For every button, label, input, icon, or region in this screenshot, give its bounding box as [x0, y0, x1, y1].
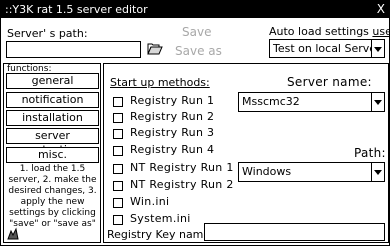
window-title: ::Y3K rat 1.5 server editor: [5, 3, 148, 16]
server-name-label: Server name:: [287, 75, 372, 89]
installation-button[interactable]: installation: [6, 110, 99, 126]
server-path-label: Server' s path:: [7, 27, 88, 40]
editor-window: ::Y3K rat 1.5 server editor X Server' s …: [0, 0, 390, 246]
path-select[interactable]: Windows: [238, 162, 385, 182]
chevron-down-icon[interactable]: [371, 93, 384, 111]
folder-open-icon[interactable]: [147, 42, 163, 55]
server-protection-button[interactable]: server protection: [6, 128, 99, 156]
nt-registry-run-1-checkbox[interactable]: [113, 164, 123, 174]
auto-load-label: Auto load settings use:: [269, 25, 390, 38]
misc-button[interactable]: misc.: [6, 147, 99, 163]
registry-run-1-checkbox[interactable]: [113, 97, 123, 107]
notification-button[interactable]: notification: [6, 92, 99, 108]
path-label: Path:: [354, 146, 386, 160]
server-name-select[interactable]: Msscmc32: [238, 92, 385, 112]
chevron-down-icon[interactable]: [371, 163, 384, 181]
functions-panel: functions: general notification installa…: [3, 63, 101, 243]
auto-load-select[interactable]: Test on local Server: [269, 39, 385, 58]
system-ini-checkbox[interactable]: [113, 215, 123, 225]
nt-registry-run-2-checkbox[interactable]: [113, 181, 123, 191]
registry-run-4-checkbox[interactable]: [113, 146, 123, 156]
save-as-button[interactable]: Save as: [175, 44, 222, 58]
help-text: 1. load the 1.5 server, 2. make the desi…: [8, 164, 97, 229]
registry-key-input[interactable]: [204, 223, 385, 241]
win-ini-checkbox[interactable]: [113, 198, 123, 208]
save-button[interactable]: Save: [182, 25, 211, 39]
registry-key-label: Registry Key name:: [107, 228, 214, 241]
title-bar[interactable]: ::Y3K rat 1.5 server editor X: [1, 1, 389, 18]
chevron-down-icon[interactable]: [371, 40, 384, 57]
startup-methods-title: Start up methods:: [110, 76, 210, 89]
registry-run-2-checkbox[interactable]: [113, 113, 123, 123]
registry-run-3-checkbox[interactable]: [113, 129, 123, 139]
general-settings-panel: Start up methods: Registry Run 1 Registr…: [103, 63, 389, 243]
server-path-input[interactable]: [6, 41, 141, 58]
general-button[interactable]: general: [6, 73, 99, 89]
resize-grip-icon[interactable]: [6, 227, 20, 241]
close-icon[interactable]: X: [377, 1, 385, 18]
